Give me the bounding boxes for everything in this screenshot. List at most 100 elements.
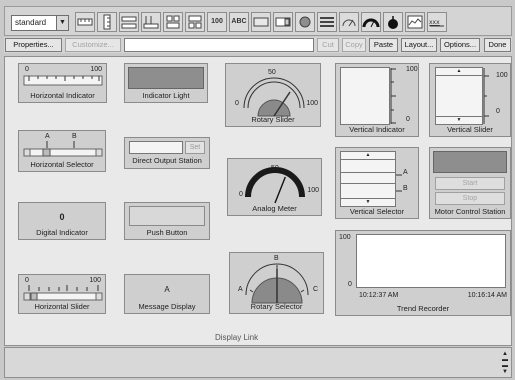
md-value: A <box>164 285 170 294</box>
tr-ymax-label: 100 <box>339 234 351 241</box>
am-min-label: 0 <box>239 191 243 198</box>
rs-min-label: 0 <box>235 100 239 107</box>
paste-button[interactable]: Paste <box>369 38 398 52</box>
md-caption: Message Display <box>138 302 196 311</box>
layout-button[interactable]: Layout... <box>401 38 437 52</box>
rotary-selector[interactable]: B A C Rotary Selector <box>229 252 324 314</box>
done-button[interactable]: Done <box>484 38 511 52</box>
action-toolbar: Properties... Customize... Cut Copy Past… <box>4 37 512 53</box>
vsel-a-label: A <box>403 169 408 176</box>
horizontal-slider[interactable]: 0 100 Horizontal Slider <box>18 274 106 314</box>
scroll-up-icon[interactable]: ▲ <box>341 152 395 160</box>
rotary-slider-tool-icon[interactable] <box>339 12 359 32</box>
dos-value-field[interactable] <box>129 141 183 154</box>
svg-text:xxx: xxx <box>429 19 440 26</box>
tr-ymin-label: 0 <box>348 281 352 288</box>
vertical-indicator[interactable]: 100 0 Vertical Indicator <box>335 63 419 137</box>
stop-button[interactable]: Stop <box>435 192 505 205</box>
tr-end-time: 10:16:14 AM <box>467 292 507 299</box>
analog-meter[interactable]: 50 0 100 Analog Meter <box>227 158 322 216</box>
trend-recorder-tool-icon[interactable] <box>405 12 425 32</box>
hsl-min-label: 0 <box>25 277 29 284</box>
indicator-light-tool-icon[interactable] <box>295 12 315 32</box>
indicator-light-lamp <box>128 67 204 89</box>
selector-tool-icon[interactable] <box>141 12 161 32</box>
vertical-slider[interactable]: ▲ ▼ 100 0 Vertical Slider <box>429 63 511 137</box>
vsel-caption: Vertical Selector <box>349 207 405 216</box>
vsel-thumb[interactable] <box>341 172 395 184</box>
pb-caption: Push Button <box>146 228 188 237</box>
customize-button[interactable]: Customize... <box>65 38 121 52</box>
direct-output-station[interactable]: Set Direct Output Station <box>124 137 210 169</box>
start-button[interactable]: Start <box>435 177 505 190</box>
set-button[interactable]: Set <box>185 141 205 154</box>
mcs-caption: Motor Control Station <box>434 207 506 216</box>
am-max-label: 100 <box>307 187 319 194</box>
vsel-b-label: B <box>403 185 408 192</box>
vsel-track[interactable]: ▲ ▼ <box>340 151 396 207</box>
message-display[interactable]: A Message Display <box>124 274 210 314</box>
indicator-light[interactable]: Indicator Light <box>124 63 208 103</box>
selector-tool-icon[interactable] <box>163 12 183 32</box>
am-caption: Analog Meter <box>252 204 297 213</box>
copy-button[interactable]: Copy <box>342 38 366 52</box>
am-mid-label: 50 <box>271 165 279 172</box>
hi-min-label: 0 <box>25 66 29 73</box>
meter-needle <box>274 176 286 204</box>
tr-start-time: 10:12:37 AM <box>359 292 399 299</box>
di-value: 0 <box>59 212 65 222</box>
vi-caption: Vertical Indicator <box>349 125 405 134</box>
options-button[interactable]: Options... <box>440 38 480 52</box>
scroll-down-icon[interactable]: ▼ <box>436 116 482 124</box>
vi-max-label: 100 <box>406 66 418 73</box>
vs-track[interactable]: ▲ ▼ <box>435 67 483 125</box>
horizontal-indicator[interactable]: 0 100 Horizontal Indicator <box>18 63 107 103</box>
selector-tool-icon[interactable] <box>185 12 205 32</box>
scroll-handle-icon[interactable]: ▲ ▬ ▬ ▼ <box>501 351 509 375</box>
scroll-down-icon[interactable]: ▼ <box>341 198 395 206</box>
selector-tool-icon[interactable] <box>119 12 139 32</box>
vs-min-label: 0 <box>496 108 500 115</box>
direct-output-tool-icon[interactable] <box>273 12 293 32</box>
chevron-down-icon[interactable]: ▼ <box>56 16 68 30</box>
vs-max-label: 100 <box>496 72 508 79</box>
message-display-tool-icon[interactable]: ABC <box>229 12 249 32</box>
vertical-indicator-tool-icon[interactable] <box>97 12 117 32</box>
vi-display <box>340 67 390 125</box>
page-select[interactable]: standard ▼ <box>11 15 69 31</box>
horizontal-indicator-tool-icon[interactable] <box>75 12 95 32</box>
digital-indicator-tool-icon[interactable]: 100 <box>207 12 227 32</box>
hi-caption: Horizontal Indicator <box>30 91 95 100</box>
push-button-face[interactable] <box>129 206 205 226</box>
control-station-tool-icon[interactable] <box>317 12 337 32</box>
il-caption: Indicator Light <box>142 91 190 100</box>
display-link[interactable]: Display Link <box>215 333 258 342</box>
rsel-c-label: C <box>312 286 318 293</box>
push-button[interactable]: Push Button <box>124 202 210 240</box>
push-button-tool-icon[interactable] <box>251 12 271 32</box>
dos-caption: Direct Output Station <box>132 156 202 165</box>
rsel-b-label: B <box>274 255 279 262</box>
horizontal-selector[interactable]: A B Horizontal Selector <box>18 130 106 172</box>
motor-control-station[interactable]: Start Stop Motor Control Station <box>429 147 511 219</box>
vertical-selector[interactable]: ▲ ▼ A B Vertical Selector <box>335 147 419 219</box>
component-toolbar: standard ▼ 100 ABC xxx <box>4 6 512 36</box>
rsel-caption: Rotary Selector <box>250 302 303 311</box>
rs-mid-label: 50 <box>268 69 276 76</box>
analog-meter-tool-icon[interactable] <box>361 12 381 32</box>
cut-button[interactable]: Cut <box>317 38 339 52</box>
rotary-slider[interactable]: 50 0 100 Rotary Slider <box>225 63 321 127</box>
scroll-up-icon[interactable]: ▲ <box>436 68 482 76</box>
display-link-tool-icon[interactable]: xxx <box>427 12 447 32</box>
rs-max-label: 100 <box>306 100 318 107</box>
page-select-value: standard <box>15 18 47 27</box>
properties-button[interactable]: Properties... <box>5 38 62 52</box>
name-field[interactable] <box>124 38 314 52</box>
status-area: ▲ ▬ ▬ ▼ <box>4 347 512 378</box>
digital-indicator[interactable]: 0 Digital Indicator <box>18 202 106 240</box>
trend-recorder[interactable]: 100 0 10:12:37 AM 10:16:14 AM Trend Reco… <box>335 230 511 316</box>
vi-min-label: 0 <box>406 116 410 123</box>
hs-caption: Horizontal Selector <box>30 160 94 169</box>
rotary-selector-tool-icon[interactable] <box>383 12 403 32</box>
hsl-max-label: 100 <box>89 277 101 284</box>
